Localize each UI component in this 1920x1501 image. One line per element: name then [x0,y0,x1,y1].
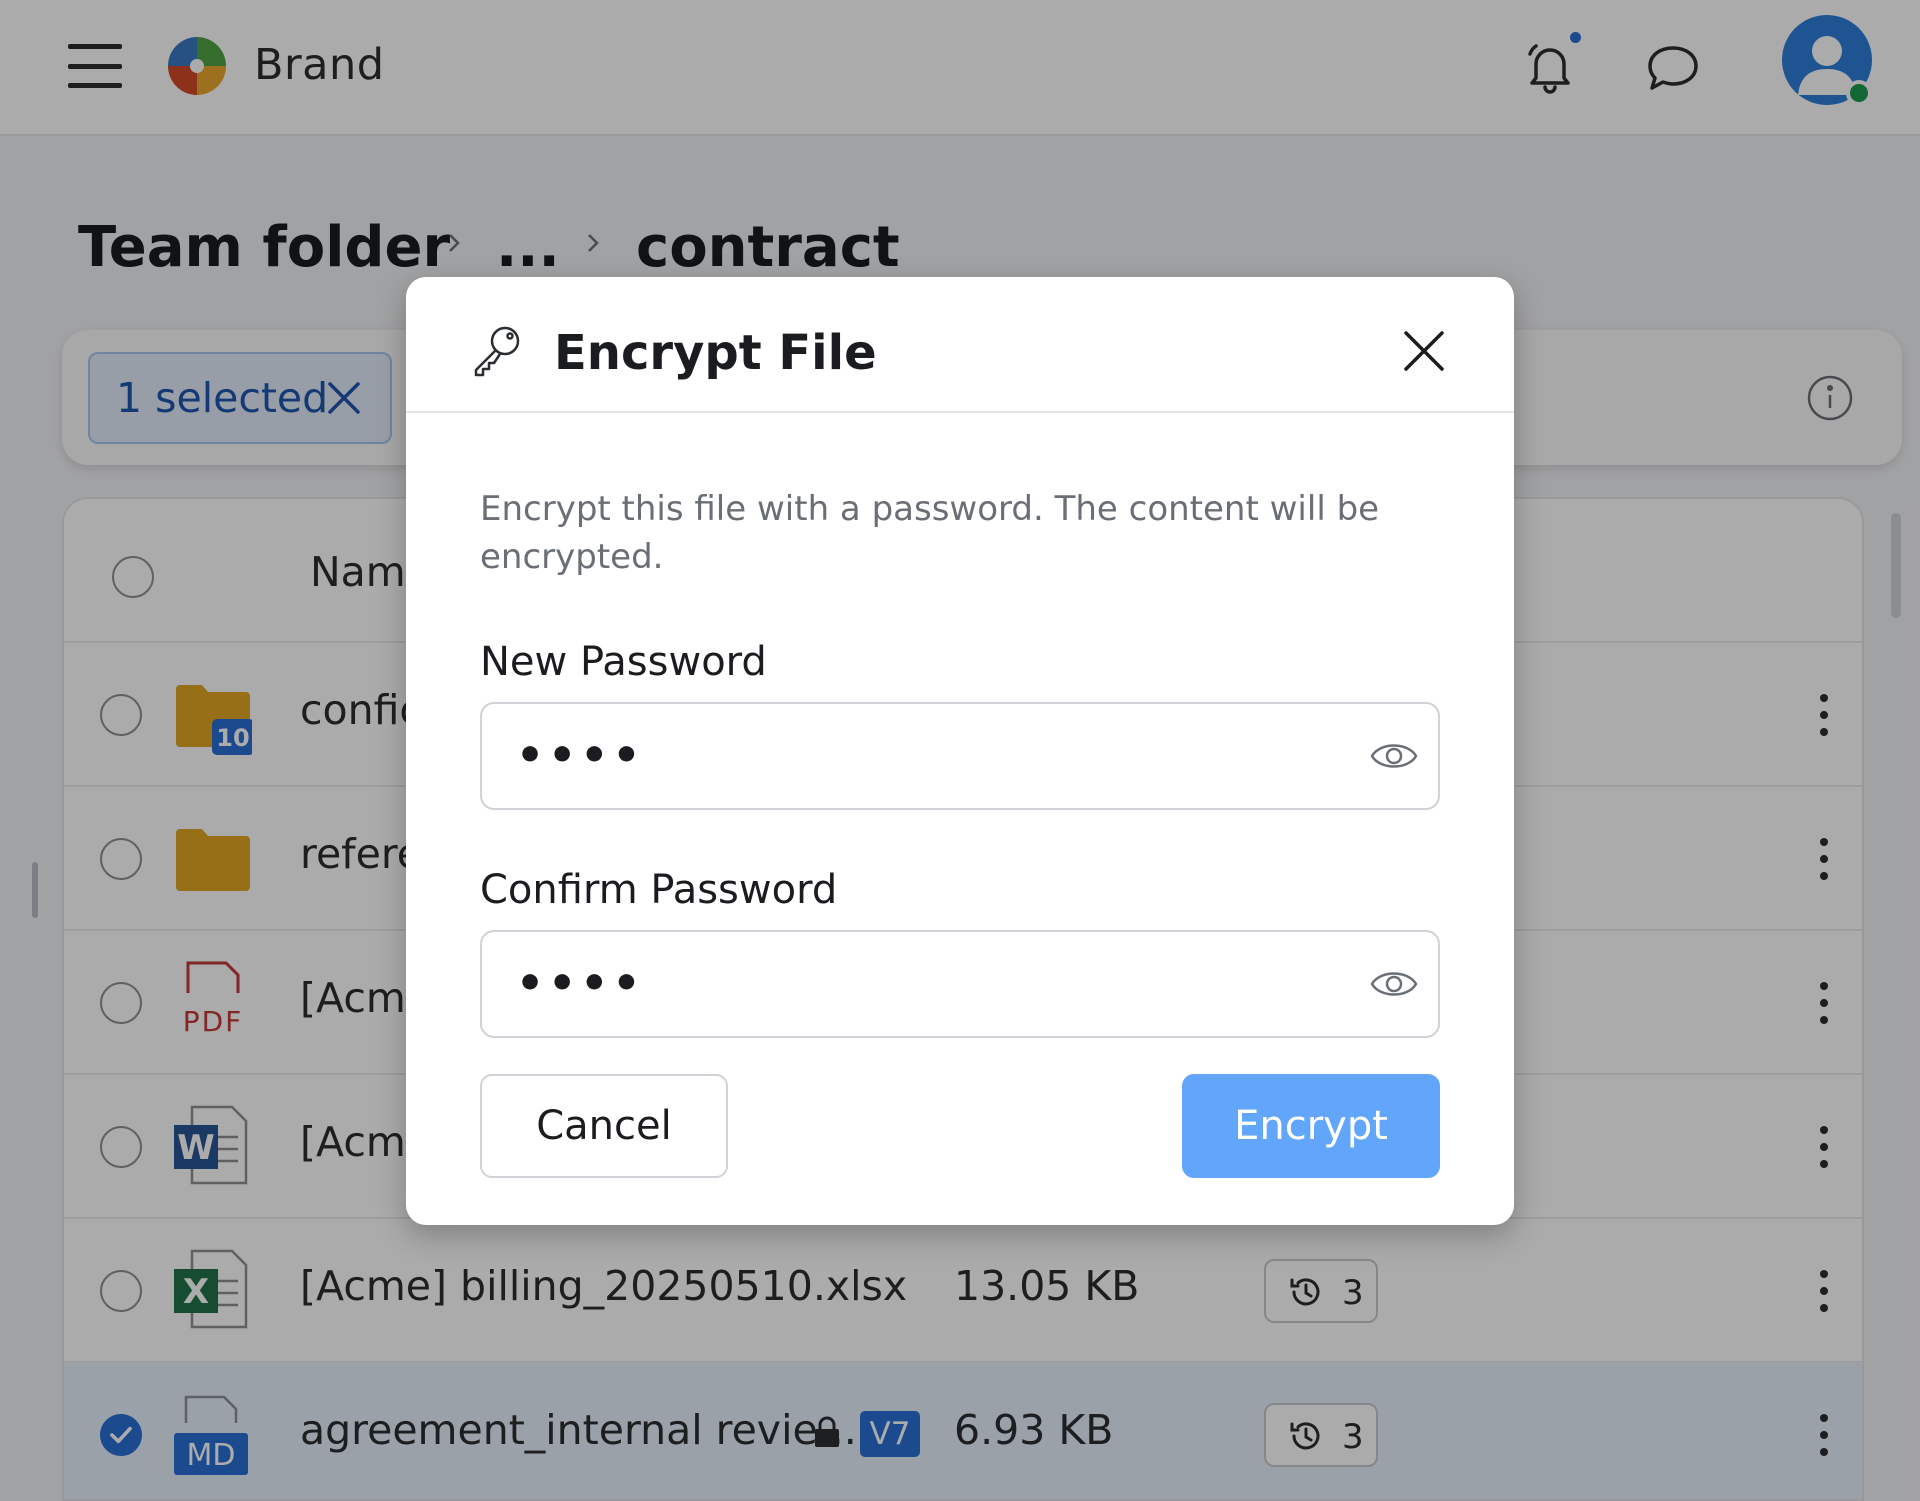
cancel-button[interactable]: Cancel [480,1074,728,1178]
confirm-password-label: Confirm Password [480,867,838,913]
show-password-icon[interactable] [1370,964,1418,1004]
encrypt-button[interactable]: Encrypt [1182,1074,1440,1178]
encrypt-file-dialog: Encrypt File Encrypt this file with a pa… [406,277,1514,1225]
key-icon [474,326,520,377]
dialog-description: Encrypt this file with a password. The c… [480,489,1380,577]
new-password-value: •••• [516,730,645,781]
dialog-header: Encrypt File [406,277,1514,413]
show-password-icon[interactable] [1370,736,1418,776]
new-password-input[interactable]: •••• [480,702,1440,810]
dialog-title: Encrypt File [554,325,877,381]
close-icon[interactable] [1402,329,1446,373]
confirm-password-input[interactable]: •••• [480,930,1440,1038]
new-password-label: New Password [480,639,767,685]
confirm-password-value: •••• [516,958,645,1009]
